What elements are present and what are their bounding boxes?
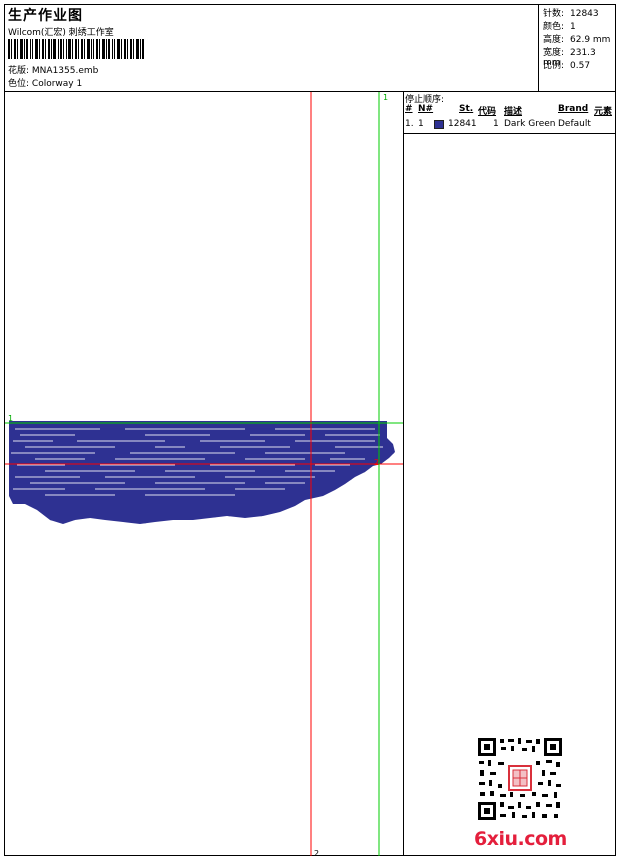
guide-label-left: 1	[8, 414, 13, 423]
row-code: 1	[493, 119, 499, 129]
guide-label-top: 1	[383, 93, 388, 102]
col-stitches: St.	[459, 104, 474, 114]
col-index: #	[405, 104, 413, 114]
row-stitches: 12841	[448, 119, 477, 129]
stat-value: 12843	[570, 9, 599, 19]
design-stats: 针数: 12843 颜色: 1 高度: 62.9 mm 宽度: 231.3 mm 比例:…	[538, 5, 616, 91]
col-description: 描述	[504, 107, 523, 117]
stat-label: 比例:	[543, 61, 565, 71]
qr-code-icon	[476, 736, 564, 822]
page-title: 生产作业图	[8, 8, 83, 24]
worksheet-header: 生产作业图 Wilcom(汇宏) 刺绣工作室 花版: MNA1355.emb 色…	[5, 5, 615, 92]
stat-value: 62.9 mm	[570, 35, 611, 45]
stat-label: 宽度:	[543, 48, 565, 58]
guide-label-right: 2	[374, 458, 379, 467]
stop-sequence-header: # N# St. 代码 描述 Brand 元素	[404, 104, 615, 117]
design-label: 花版:	[8, 66, 30, 76]
stat-colors: 颜色: 1	[543, 19, 576, 32]
watermark-text: 6xiu.com	[474, 828, 567, 850]
stat-height: 高度: 62.9 mm	[543, 32, 610, 45]
col-brand: Brand	[558, 104, 589, 114]
divider	[404, 133, 615, 134]
thread-color-swatch	[434, 120, 444, 129]
company-name: Wilcom(汇宏) 刺绣工作室	[8, 28, 114, 38]
col-element: 元素	[594, 107, 613, 117]
table-row: 1. 1 12841 1 Dark Green Default	[404, 119, 615, 131]
barcode-icon	[8, 39, 144, 59]
row-brand: Default	[558, 119, 591, 129]
embroidery-fill	[9, 421, 395, 524]
stat-value: 1	[570, 22, 576, 32]
production-worksheet: 生产作业图 Wilcom(汇宏) 刺绣工作室 花版: MNA1355.emb 色…	[4, 4, 616, 858]
guide-label-bottom: 2	[314, 849, 319, 856]
row-needle: 1	[418, 119, 424, 129]
row-index: 1.	[405, 119, 414, 129]
stat-label: 高度:	[543, 35, 565, 45]
colorway-value: Colorway 1	[31, 79, 83, 89]
stat-label: 针数:	[543, 9, 565, 19]
row-description: Dark Green	[504, 119, 556, 129]
stat-label: 颜色:	[543, 22, 565, 32]
stat-value: 0.57	[570, 61, 591, 71]
design-preview-canvas: 1 1 2 2	[5, 92, 404, 858]
colorway-line: 色位: Colorway 1	[8, 76, 82, 89]
stat-scale: 比例: 0.57	[543, 58, 590, 71]
col-needle: N#	[418, 104, 434, 114]
colorway-label: 色位:	[8, 79, 30, 89]
col-code: 代码	[478, 107, 497, 117]
stat-stitches: 针数: 12843	[543, 6, 599, 19]
embroidery-preview: 1 1 2 2	[5, 92, 403, 858]
design-file-name: MNA1355.emb	[31, 66, 99, 76]
design-file-line: 花版: MNA1355.emb	[8, 63, 98, 76]
